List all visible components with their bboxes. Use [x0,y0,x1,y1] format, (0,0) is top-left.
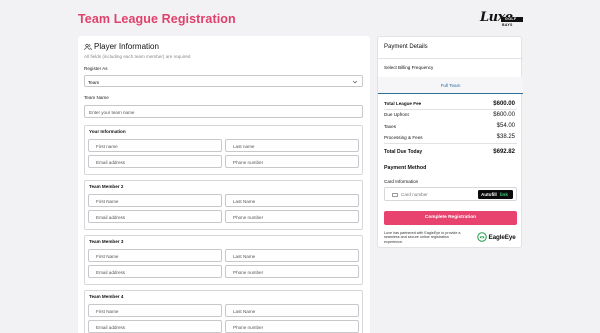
tab-full-team[interactable]: Full Team [378,77,523,94]
team-member-2-section: Team Member 2 First Name Last Name Email… [84,180,363,230]
chevron-down-icon [352,80,358,83]
email-field[interactable]: Email address [88,265,222,278]
total-league-fee-label: Total League Fee [384,101,422,106]
email-field[interactable]: Email address [88,210,222,223]
last-name-placeholder: Last Name [233,254,256,259]
card-information-label: Card Information [384,179,419,184]
first-name-field[interactable]: First Name [88,304,222,317]
due-upfront-value: $600.00 [493,111,515,118]
complete-registration-button[interactable]: Complete Registration [384,211,517,225]
player-information-card: Player Information All fields (including… [78,36,370,333]
divider [378,58,523,59]
eagleeye-logo: EagleEye [477,232,516,242]
page-title: Team League Registration [78,12,236,26]
luxe-golf-bays-logo: Luxe GOLF BAYS [480,10,524,30]
first-name-field[interactable]: First Name [88,194,222,207]
eagle-eye-logo-icon [477,232,487,242]
complete-registration-label: Complete Registration [424,215,477,221]
phone-placeholder: Phone number [233,215,264,220]
phone-field[interactable]: Phone number [225,155,359,168]
email-placeholder: Email address [96,215,126,220]
processing-fees-value: $38.25 [496,134,515,140]
team-name-label: Team Name [84,95,109,100]
last-name-field[interactable]: Last name [225,139,359,152]
email-field[interactable]: Email address [88,320,222,333]
section-title: Team Member 2 [89,184,124,189]
your-information-section: Your Information First name Last name Em… [84,125,363,175]
total-due-value: $692.82 [493,148,515,155]
register-as-select[interactable]: Team [84,75,363,87]
payment-details-title: Payment Details [384,44,428,50]
last-name-placeholder: Last Name [233,309,256,314]
player-info-title: Player Information [94,42,159,51]
player-info-header: Player Information [84,42,159,51]
section-title: Your Information [89,129,126,134]
tab-full-team-label: Full Team [440,83,461,88]
total-league-fee-value: $600.00 [493,100,515,107]
billing-frequency-label: Select Billing Frequency [384,65,434,70]
divider [384,143,517,144]
total-due-label: Total Due Today [384,149,423,155]
phone-placeholder: Phone number [233,325,264,330]
team-member-3-section: Team Member 3 First Name Last Name Email… [84,235,363,285]
team-name-input[interactable]: Enter your team name [84,105,363,118]
last-name-field[interactable]: Last Name [225,304,359,317]
team-name-placeholder: Enter your team name [89,110,135,115]
processing-fees-label: Processing & Fees [384,134,423,140]
first-name-placeholder: First Name [96,309,119,314]
email-placeholder: Email address [96,160,126,165]
phone-field[interactable]: Phone number [225,210,359,223]
first-name-field[interactable]: First Name [88,249,222,262]
register-as-label: Register As [84,66,108,71]
last-name-placeholder: Last Name [233,199,256,204]
payment-method-title: Payment Method [384,165,427,171]
autofill-link-button[interactable]: Autofill link [478,190,513,199]
card-number-placeholder: Card number [401,192,428,197]
credit-card-icon [392,192,398,197]
card-number-input[interactable]: Card number Autofill link [384,187,517,201]
first-name-placeholder: First name [96,144,118,149]
first-name-placeholder: First Name [96,254,119,259]
taxes-value: $54.00 [496,123,515,129]
last-name-placeholder: Last name [233,144,255,149]
due-upfront-label: Due Upfront [384,112,409,117]
first-name-placeholder: First Name [96,199,119,204]
email-field[interactable]: Email address [88,155,222,168]
partner-text: Luxe has partnered with EagleEye to prov… [384,231,461,244]
users-icon [84,43,92,50]
phone-placeholder: Phone number [233,160,264,165]
divider [384,109,517,110]
player-info-subtitle: All fields (including each team member) … [84,54,191,59]
first-name-field[interactable]: First name [88,139,222,152]
eagleeye-wordmark: EagleEye [488,233,516,241]
email-placeholder: Email address [96,270,126,275]
team-member-4-section: Team Member 4 First Name Last Name Email… [84,290,363,333]
taxes-label: Taxes [384,123,396,129]
logo-golf-text: GOLF [505,17,517,22]
email-placeholder: Email address [96,325,126,330]
link-label: link [500,192,508,197]
autofill-label: Autofill [481,192,497,197]
phone-field[interactable]: Phone number [225,265,359,278]
section-title: Team Member 3 [89,239,124,244]
last-name-field[interactable]: Last Name [225,249,359,262]
phone-placeholder: Phone number [233,270,264,275]
section-title: Team Member 4 [89,294,124,299]
payment-details-card: Payment Details Select Billing Frequency… [377,36,523,248]
register-as-value: Team [88,79,100,85]
logo-golf-box: GOLF [501,17,523,22]
phone-field[interactable]: Phone number [225,320,359,333]
last-name-field[interactable]: Last Name [225,194,359,207]
logo-bays-text: BAYS [502,23,513,27]
